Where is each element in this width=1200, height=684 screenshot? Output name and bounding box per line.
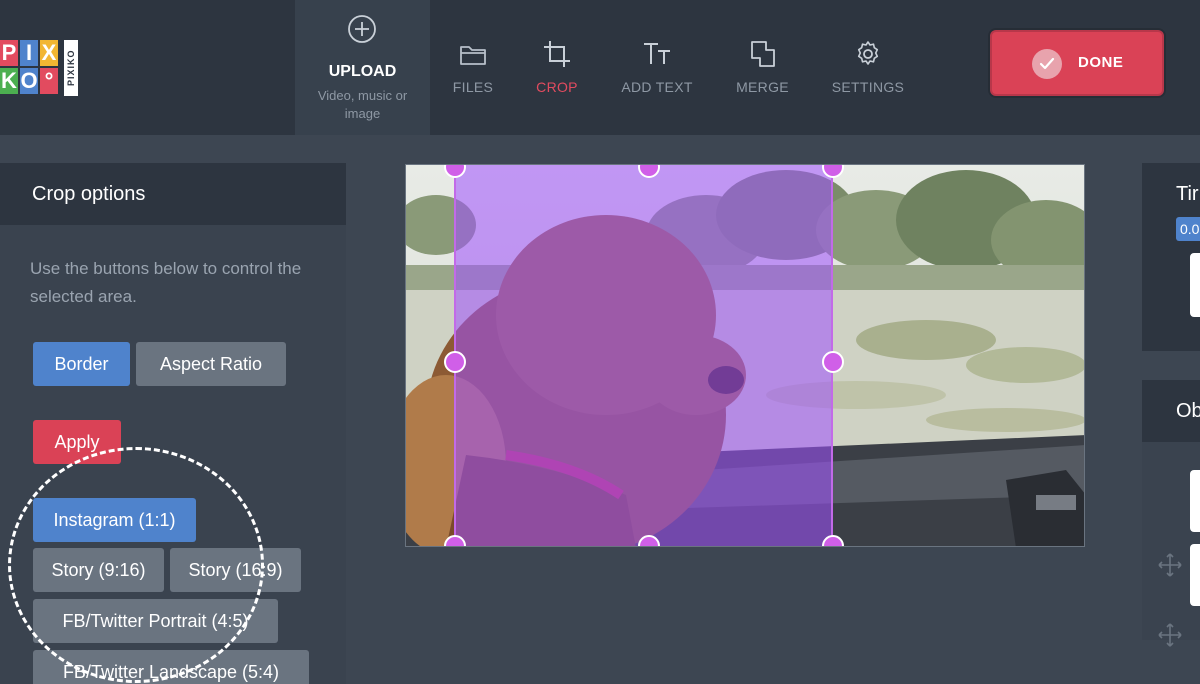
gear-icon bbox=[857, 41, 879, 65]
object-item[interactable] bbox=[1190, 470, 1200, 532]
tool-merge[interactable]: MERGE bbox=[725, 34, 800, 104]
pixiko-logo[interactable]: P I X K O ° PIXIKO bbox=[0, 40, 80, 96]
move-handle-icon[interactable] bbox=[1157, 622, 1183, 648]
tool-label: CROP bbox=[536, 79, 578, 95]
upload-button[interactable]: UPLOAD Video, music or image bbox=[295, 0, 430, 135]
crop-handle-middle-right[interactable] bbox=[822, 351, 844, 373]
done-button[interactable]: DONE bbox=[990, 30, 1164, 96]
video-preview-canvas[interactable] bbox=[405, 164, 1085, 547]
objects-list bbox=[1142, 442, 1200, 647]
aspect-ratio-button[interactable]: Aspect Ratio bbox=[136, 342, 286, 386]
upload-subtitle: Video, music or image bbox=[317, 88, 408, 121]
folder-icon bbox=[460, 46, 486, 65]
tool-label: FILES bbox=[452, 79, 494, 95]
logo-tile: X bbox=[40, 40, 58, 66]
logo-row-1: P I X bbox=[0, 40, 58, 66]
timeline-title: Tir bbox=[1176, 183, 1199, 205]
objects-panel: Ob bbox=[1142, 380, 1200, 647]
logo-tile: ° bbox=[40, 68, 58, 94]
preset-story-9-16-button[interactable]: Story (9:16) bbox=[33, 548, 164, 592]
tool-crop[interactable]: CROP bbox=[527, 34, 587, 104]
logo-tile: K bbox=[0, 68, 18, 94]
timeline-time-chip: 0.0 bbox=[1176, 217, 1200, 241]
check-icon bbox=[1032, 49, 1062, 79]
timeline-panel: Tir 0.0 bbox=[1142, 163, 1200, 351]
preset-fb-twitter-portrait-button[interactable]: FB/Twitter Portrait (4:5) bbox=[33, 599, 278, 643]
timeline-track[interactable] bbox=[1190, 253, 1200, 317]
logo-vertical-text: PIXIKO bbox=[64, 40, 78, 96]
preset-story-16-9-button[interactable]: Story (16:9) bbox=[170, 548, 301, 592]
top-toolbar: P I X K O ° PIXIKO UPLOAD Video, music o… bbox=[0, 0, 1200, 135]
upload-title: UPLOAD bbox=[328, 63, 397, 80]
tool-files[interactable]: FILES bbox=[443, 34, 503, 104]
done-label: DONE bbox=[1078, 54, 1124, 71]
logo-tile: I bbox=[20, 40, 38, 66]
move-handle-icon[interactable] bbox=[1157, 552, 1183, 578]
tool-label: SETTINGS bbox=[831, 79, 905, 95]
logo-tile: P bbox=[0, 40, 18, 66]
crop-selection-area[interactable] bbox=[454, 165, 833, 546]
preset-fb-twitter-landscape-button[interactable]: FB/Twitter Landscape (5:4) bbox=[33, 650, 309, 684]
tool-label: ADD TEXT bbox=[621, 79, 693, 95]
panel-description: Use the buttons below to control the sel… bbox=[30, 259, 302, 306]
crop-icon bbox=[544, 41, 570, 67]
crop-handle-middle-left[interactable] bbox=[444, 351, 466, 373]
merge-icon bbox=[750, 41, 775, 67]
tool-settings[interactable]: SETTINGS bbox=[824, 34, 912, 104]
object-item[interactable] bbox=[1190, 544, 1200, 606]
panel-header: Crop options bbox=[0, 163, 346, 225]
border-button[interactable]: Border bbox=[33, 342, 130, 386]
apply-button[interactable]: Apply bbox=[33, 420, 121, 464]
tool-add-text[interactable]: ADD TEXT bbox=[612, 34, 702, 104]
preset-instagram-button[interactable]: Instagram (1:1) bbox=[33, 498, 196, 542]
panel-title: Crop options bbox=[32, 183, 146, 205]
tool-label: MERGE bbox=[736, 79, 789, 95]
plus-circle-icon bbox=[348, 15, 376, 43]
objects-title: Ob bbox=[1176, 400, 1200, 422]
text-icon bbox=[644, 43, 670, 64]
logo-row-2: K O ° bbox=[0, 68, 58, 94]
logo-tile: O bbox=[20, 68, 38, 94]
